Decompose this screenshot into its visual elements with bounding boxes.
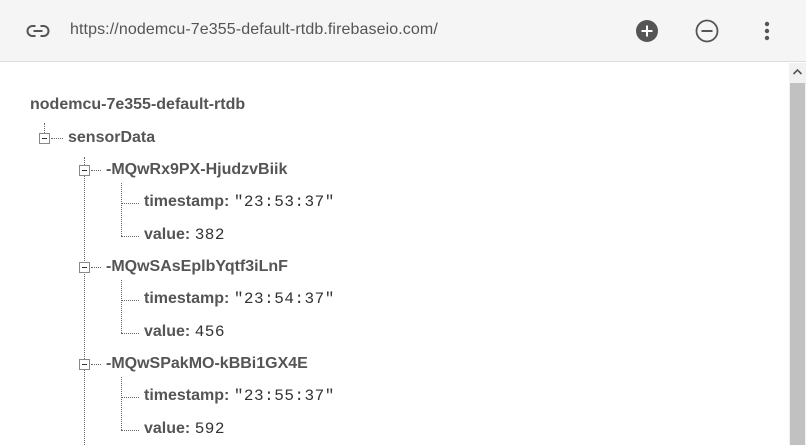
- tree-connector: [121, 333, 139, 334]
- leaf-key: timestamp:: [144, 193, 230, 210]
- node-entry-key[interactable]: -MQwRx9PX-HjudzvBiik: [106, 161, 287, 179]
- leaf-value[interactable]: "23:53:37": [234, 193, 335, 211]
- root-node-label[interactable]: nodemcu-7e355-default-rtdb: [30, 96, 245, 114]
- scroll-up-arrow-icon[interactable]: [789, 63, 806, 81]
- collapse-toggle-entry[interactable]: [79, 359, 90, 370]
- leaf-value-row[interactable]: value: 592: [144, 420, 225, 438]
- leaf-timestamp[interactable]: timestamp: "23:55:37": [144, 387, 335, 405]
- add-circle-icon[interactable]: [635, 19, 659, 43]
- tree-connector: [44, 123, 45, 133]
- leaf-key: value:: [144, 420, 191, 437]
- leaf-key: value:: [144, 323, 191, 340]
- tree-connector: [121, 397, 139, 398]
- tree-connector: [121, 430, 139, 431]
- node-entry-key[interactable]: -MQwSPakMO-kBBi1GX4E: [106, 355, 308, 373]
- tree-connector: [121, 300, 139, 301]
- scrollbar-thumb[interactable]: [790, 83, 805, 445]
- leaf-value-row[interactable]: value: 382: [144, 226, 225, 244]
- leaf-value[interactable]: 592: [195, 420, 225, 438]
- url-bar: https://nodemcu-7e355-default-rtdb.fireb…: [0, 0, 806, 62]
- tree-connector: [84, 157, 85, 445]
- node-entry-key[interactable]: -MQwSAsEplbYqtf3iLnF: [106, 258, 288, 276]
- tree-connector: [91, 364, 101, 365]
- database-url[interactable]: https://nodemcu-7e355-default-rtdb.fireb…: [70, 21, 438, 39]
- tree-connector: [121, 280, 122, 333]
- node-sensordata[interactable]: sensorData: [68, 129, 155, 147]
- tree-connector: [91, 170, 101, 171]
- tree-connector: [121, 203, 139, 204]
- leaf-timestamp[interactable]: timestamp: "23:54:37": [144, 290, 335, 308]
- leaf-value-row[interactable]: value: 456: [144, 323, 225, 341]
- tree-connector: [121, 236, 139, 237]
- tree-connector: [121, 183, 122, 236]
- more-vert-icon[interactable]: [755, 19, 779, 43]
- link-icon: [26, 25, 50, 37]
- collapse-toggle-sensordata[interactable]: [39, 133, 50, 144]
- leaf-key: timestamp:: [144, 387, 230, 404]
- leaf-value[interactable]: "23:55:37": [234, 387, 335, 405]
- tree-connector: [51, 138, 63, 139]
- remove-circle-icon[interactable]: [695, 19, 719, 43]
- data-tree: nodemcu-7e355-default-rtdb sensorData -M…: [0, 63, 789, 445]
- leaf-value[interactable]: 382: [195, 226, 225, 244]
- leaf-timestamp[interactable]: timestamp: "23:53:37": [144, 193, 335, 211]
- tree-connector: [121, 377, 122, 430]
- tree-connector: [91, 267, 101, 268]
- collapse-toggle-entry[interactable]: [79, 262, 90, 273]
- leaf-value[interactable]: 456: [195, 323, 225, 341]
- leaf-value[interactable]: "23:54:37": [234, 290, 335, 308]
- collapse-toggle-entry[interactable]: [79, 165, 90, 176]
- leaf-key: timestamp:: [144, 290, 230, 307]
- leaf-key: value:: [144, 226, 191, 243]
- vertical-scrollbar[interactable]: [789, 63, 806, 445]
